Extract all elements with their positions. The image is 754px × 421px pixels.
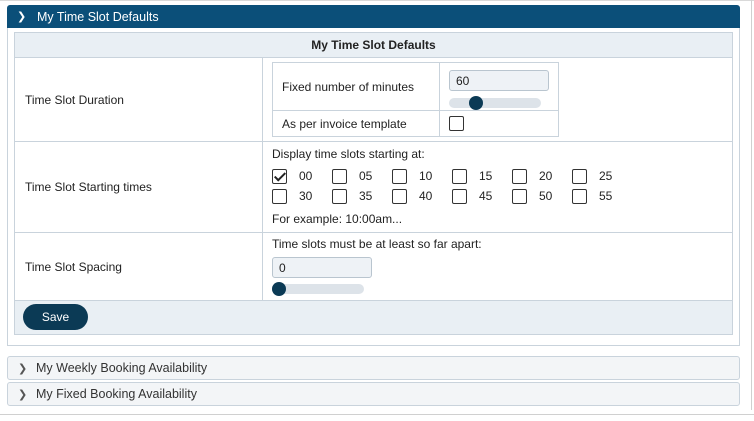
invoice-template-label: As per invoice template [272,110,440,137]
start-time-label: 55 [599,189,613,203]
start-time-label: 30 [299,189,313,203]
start-time-option[interactable]: 00 [272,168,332,184]
start-time-option[interactable]: 45 [452,188,512,204]
start-time-checkbox[interactable] [452,168,467,184]
start-time-label: 45 [479,189,493,203]
starting-times-row-1: 00 05 10 15 20 25 [272,167,632,185]
duration-label: Time Slot Duration [14,57,263,142]
table-heading: My Time Slot Defaults [14,32,733,58]
start-time-checkbox[interactable] [332,168,347,184]
spacing-label: Time Slot Spacing [14,232,263,301]
table-row-actions [14,300,733,335]
panel-title: My Time Slot Defaults [37,9,159,24]
starting-times-example: For example: 10:00am... [272,212,403,226]
start-time-option[interactable]: 55 [572,188,632,204]
panel-header-fixed-availability[interactable]: ❯ My Fixed Booking Availability [7,382,740,406]
start-time-label: 15 [479,169,493,183]
start-time-checkbox[interactable] [392,188,407,204]
start-time-checkbox[interactable] [512,188,527,204]
start-time-option[interactable]: 20 [512,168,572,184]
starting-times-group: Display time slots starting at: 00 05 10 15… [263,142,732,232]
start-time-label: 35 [359,189,373,203]
starting-times-row-2: 30 35 40 45 50 55 [272,187,632,205]
start-time-label: 05 [359,169,373,183]
spacing-input[interactable]: 0 [272,257,372,278]
panel-body: My Time Slot Defaults Time Slot Duration… [7,28,740,346]
top-border [0,0,754,1]
panel-title: My Fixed Booking Availability [36,387,197,401]
right-border [751,0,752,410]
chevron-right-icon: ❯ [18,362,28,375]
start-time-option[interactable]: 30 [272,188,332,204]
start-time-checkbox[interactable] [452,188,467,204]
spacing-intro: Time slots must be at least so far apart… [272,237,482,251]
save-button[interactable]: Save [23,304,88,330]
panel-header-weekly-availability[interactable]: ❯ My Weekly Booking Availability [7,356,740,380]
start-time-checkbox[interactable] [272,168,287,184]
start-time-checkbox[interactable] [332,188,347,204]
start-time-option[interactable]: 10 [392,168,452,184]
start-time-label: 40 [419,189,433,203]
start-time-checkbox[interactable] [572,168,587,184]
fixed-minutes-label: Fixed number of minutes [272,62,440,111]
fixed-minutes-slider[interactable] [449,95,541,110]
start-time-option[interactable]: 35 [332,188,392,204]
start-time-option[interactable]: 50 [512,188,572,204]
starting-times-intro: Display time slots starting at: [272,147,425,161]
chevron-down-icon: ❯ [17,11,27,23]
start-time-checkbox[interactable] [272,188,287,204]
start-time-label: 10 [419,169,433,183]
spacing-slider[interactable] [272,282,364,296]
start-time-label: 25 [599,169,613,183]
duration-controls-cell: Fixed number of minutes 60 As per invoic… [262,57,733,142]
time-slot-defaults-table: My Time Slot Defaults Time Slot Duration… [14,32,733,335]
start-time-label: 50 [539,189,553,203]
invoice-template-checkbox[interactable] [449,116,464,132]
table-row-spacing: Time Slot Spacing Time slots must be at … [14,232,733,301]
spacing-slider-handle[interactable] [272,282,286,296]
start-time-checkbox[interactable] [392,168,407,184]
spacing-controls-cell: Time slots must be at least so far apart… [262,232,733,301]
start-time-option[interactable]: 25 [572,168,632,184]
starting-times-label: Time Slot Starting times [14,141,263,233]
start-time-label: 20 [539,169,553,183]
table-row-duration: Time Slot Duration Fixed number of minut… [14,57,733,142]
duration-options-table: Fixed number of minutes 60 As per invoic… [272,62,559,137]
start-time-checkbox[interactable] [572,188,587,204]
fixed-minutes-controls: 60 [439,62,559,111]
chevron-right-icon: ❯ [18,388,28,401]
start-time-checkbox[interactable] [512,168,527,184]
start-time-option[interactable]: 05 [332,168,392,184]
starting-times-controls-cell: Display time slots starting at: 00 05 10 15… [262,141,733,233]
invoice-template-controls [439,110,559,137]
actions-cell [14,300,733,335]
table-row-starting-times: Time Slot Starting times Display time sl… [14,141,733,233]
start-time-option[interactable]: 15 [452,168,512,184]
start-time-option[interactable]: 40 [392,188,452,204]
bottom-border [0,414,754,415]
panel-header-time-slot-defaults[interactable]: ❯ My Time Slot Defaults [7,5,740,28]
panel-title: My Weekly Booking Availability [36,361,208,375]
start-time-label: 00 [299,169,313,183]
fixed-minutes-input[interactable]: 60 [449,69,549,91]
fixed-minutes-slider-handle[interactable] [468,95,483,110]
